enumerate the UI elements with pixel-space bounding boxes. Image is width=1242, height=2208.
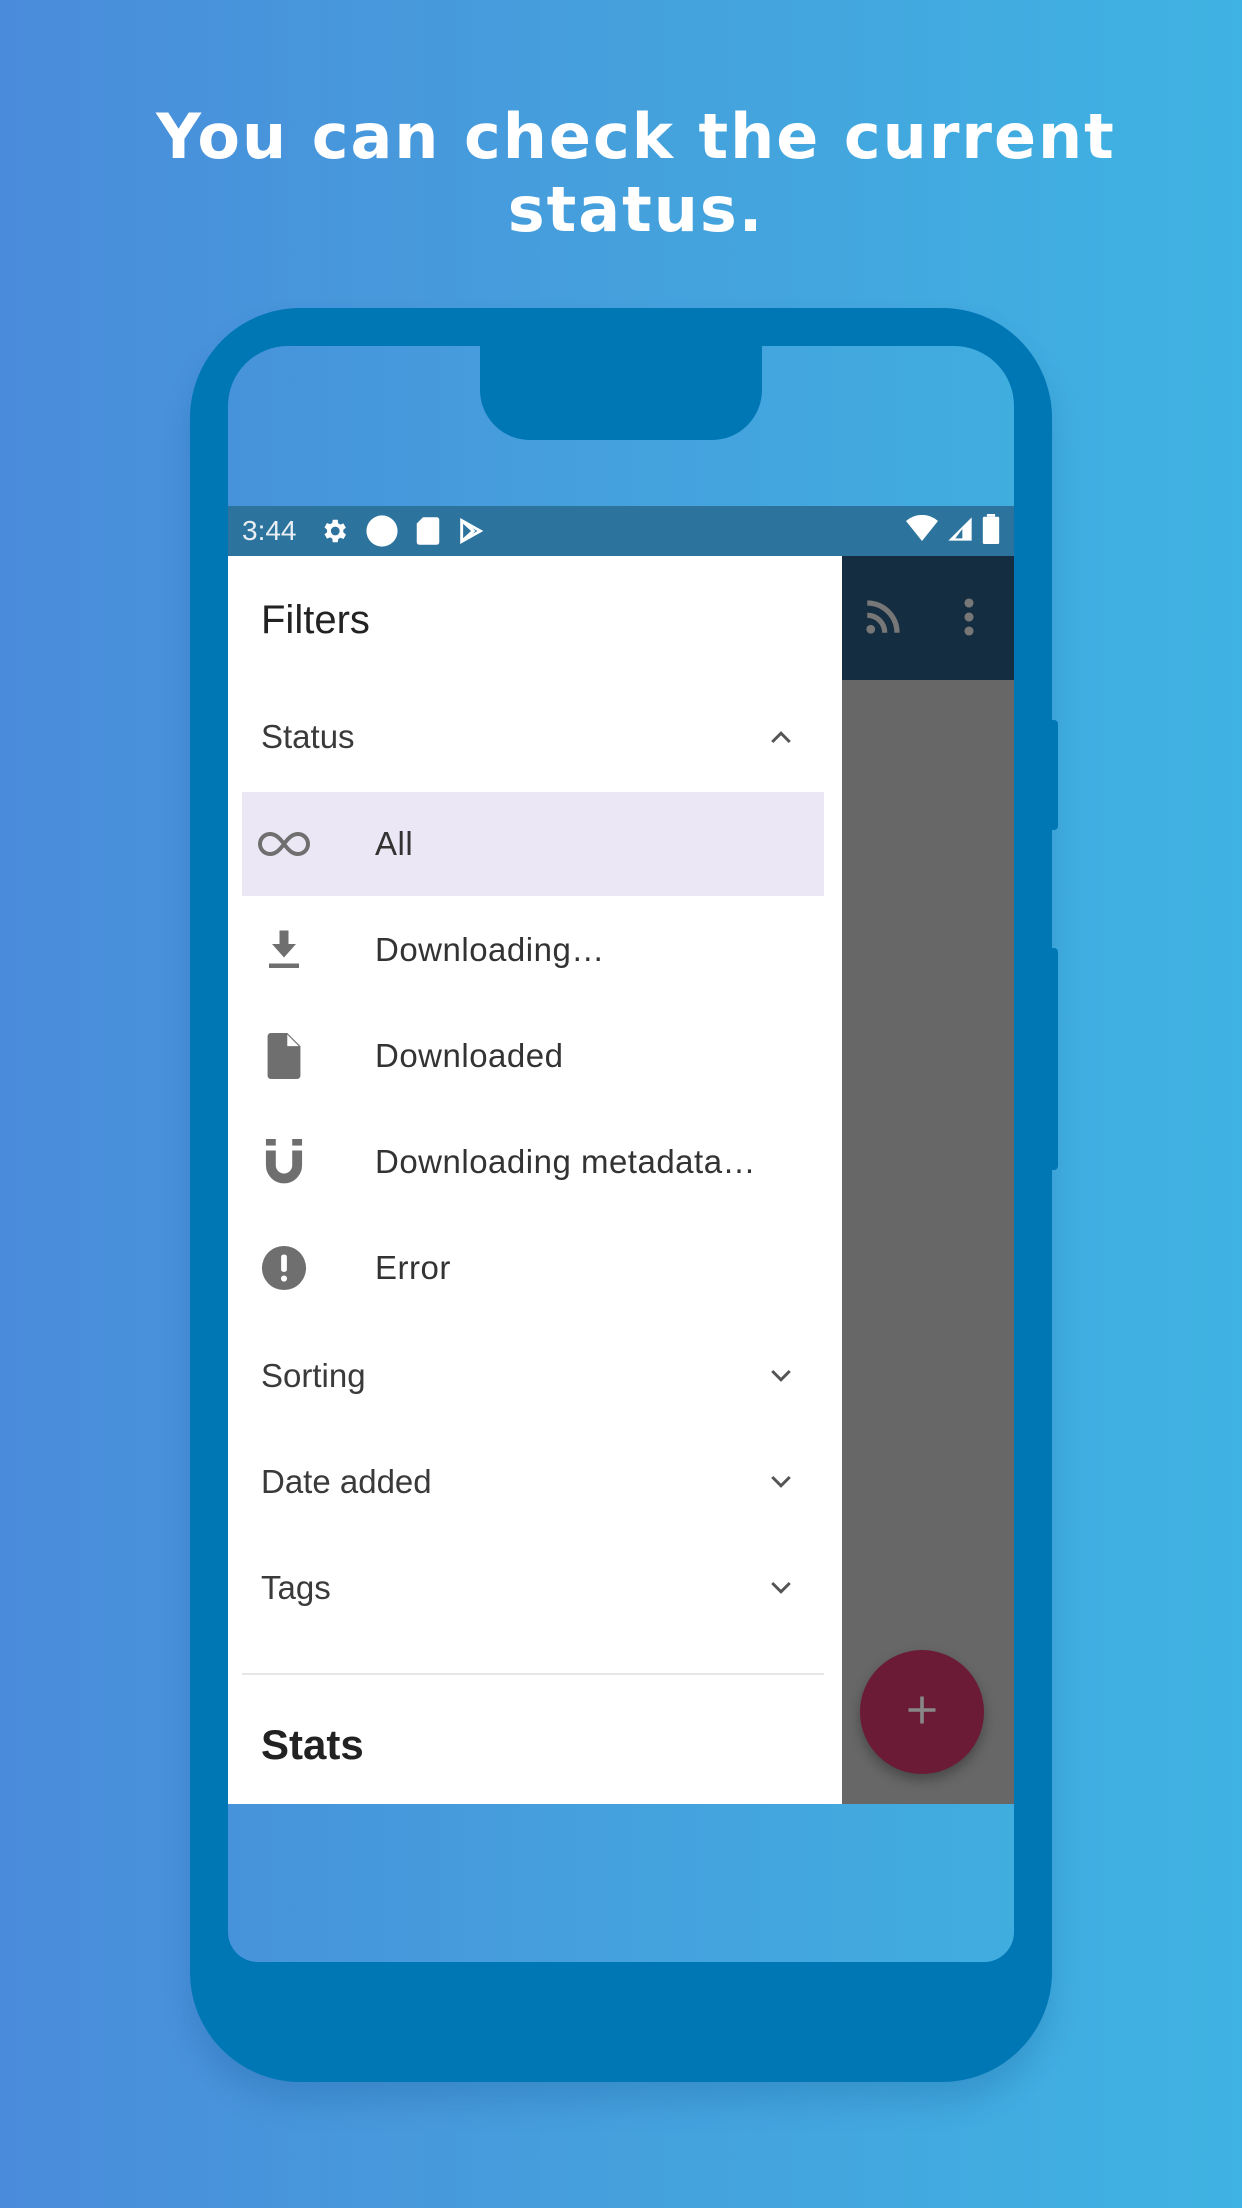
status-item-downloaded[interactable]: Downloaded: [242, 1004, 824, 1108]
section-sorting[interactable]: Sorting: [228, 1323, 842, 1429]
stats-title: Stats: [261, 1721, 364, 1768]
item-label: Error: [375, 1249, 451, 1286]
chevron-up-icon: [766, 722, 796, 760]
section-tags[interactable]: Tags: [228, 1535, 842, 1641]
item-label: Downloaded: [375, 1037, 564, 1074]
status-item-downloading[interactable]: Downloading…: [242, 898, 824, 1002]
chevron-down-icon: [766, 1467, 796, 1505]
rss-feed-icon[interactable]: [862, 596, 904, 643]
battery-icon: [982, 513, 1000, 549]
more-vert-icon[interactable]: [962, 596, 976, 643]
section-date-added[interactable]: Date added: [228, 1429, 842, 1535]
plus-icon: [904, 1692, 940, 1733]
add-fab-button[interactable]: [860, 1650, 984, 1774]
error-icon: [256, 1240, 312, 1296]
section-label: Tags: [261, 1569, 331, 1606]
settings-icon: [319, 516, 349, 546]
file-icon: [256, 1028, 312, 1084]
headline: You can check the current status.: [156, 100, 1116, 246]
divider: [242, 1673, 824, 1675]
status-item-all[interactable]: All: [242, 792, 824, 896]
filters-drawer: Filters Status All Downloading… Download…: [228, 556, 842, 1804]
item-label: Downloading metadata…: [375, 1143, 757, 1180]
phone-notch: [480, 346, 762, 440]
section-status[interactable]: Status: [228, 684, 842, 790]
play-store-icon: [457, 517, 485, 545]
signal-icon: [946, 515, 974, 548]
infinity-icon: [256, 816, 312, 872]
chevron-down-icon: [766, 1573, 796, 1611]
sd-card-icon: [415, 516, 441, 546]
section-label: Sorting: [261, 1357, 366, 1394]
wifi-icon: [906, 514, 938, 548]
power-button: [1050, 720, 1058, 830]
section-label: Status: [261, 718, 355, 755]
drawer-title: Filters: [261, 598, 370, 642]
screen-bottom-area: [228, 1804, 1014, 1962]
app-bar: [842, 556, 1014, 680]
magnet-icon: [256, 1134, 312, 1190]
chevron-down-icon: [766, 1361, 796, 1399]
section-label: Date added: [261, 1463, 432, 1500]
item-label: Downloading…: [375, 931, 605, 968]
volume-button: [1050, 948, 1058, 1170]
status-item-metadata[interactable]: Downloading metadata…: [242, 1110, 824, 1214]
download-icon: [256, 922, 312, 978]
status-bar: 3:44: [228, 506, 1014, 556]
status-item-error[interactable]: Error: [242, 1216, 824, 1320]
circle-icon: [365, 514, 399, 548]
app-content: Filters Status All Downloading… Download…: [228, 556, 1014, 1804]
item-label: All: [375, 825, 414, 862]
status-time: 3:44: [242, 515, 297, 546]
